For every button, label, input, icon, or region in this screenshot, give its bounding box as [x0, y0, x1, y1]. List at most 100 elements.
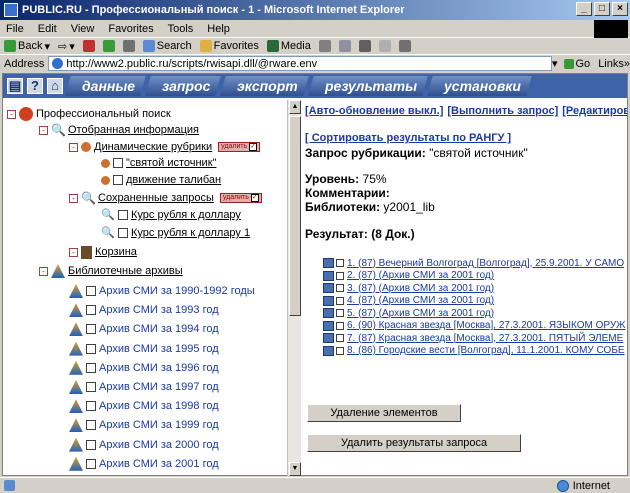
sort-link[interactable]: [ Сортировать результаты по РАНГУ ]: [305, 132, 511, 144]
result-row[interactable]: 6. (90) Красная звезда [Москва], 27.3.20…: [323, 320, 625, 332]
result-row[interactable]: 3. (87) (Архив СМИ за 2001 год): [323, 282, 494, 294]
collapse-icon[interactable]: -: [69, 193, 78, 203]
history-icon[interactable]: [318, 40, 331, 52]
result-checkbox[interactable]: [336, 309, 344, 317]
item-checkbox[interactable]: [86, 401, 96, 412]
item-checkbox[interactable]: [113, 175, 123, 185]
tab-results[interactable]: результаты: [308, 76, 428, 96]
edit-link[interactable]: [Редактировать з: [562, 105, 627, 117]
delete-items-button[interactable]: Удаление элементов: [307, 404, 461, 422]
menu-file[interactable]: File: [6, 23, 24, 35]
delete-badge[interactable]: удалить ✓: [218, 142, 261, 152]
home-icon[interactable]: ⌂: [47, 78, 63, 94]
item-checkbox[interactable]: [86, 362, 96, 373]
maximize-button[interactable]: □: [594, 2, 610, 16]
result-checkbox[interactable]: [336, 346, 344, 355]
archive-item[interactable]: Архив СМИ за 1994 год: [69, 321, 219, 337]
tree-dynamic-rubrics[interactable]: - Динамические рубрики удалить ✓: [69, 139, 261, 155]
result-checkbox[interactable]: [336, 334, 344, 342]
result-checkbox[interactable]: [336, 271, 344, 280]
tree-toggle-icon[interactable]: ▤: [7, 78, 23, 94]
scroll-down-icon[interactable]: ▼: [289, 462, 301, 476]
result-checkbox[interactable]: [336, 259, 344, 267]
document-icon[interactable]: [323, 270, 334, 281]
auto-refresh-link[interactable]: [Авто-обновление выкл.]: [305, 105, 443, 117]
result-row[interactable]: 8. (86) Городские вести [Волгоград], 11.…: [323, 345, 625, 357]
archive-item[interactable]: Архив СМИ за 1997 год: [69, 379, 219, 395]
badge-checkbox[interactable]: ✓: [249, 143, 258, 151]
tab-data[interactable]: данные: [65, 76, 146, 96]
edit-icon[interactable]: [378, 40, 391, 52]
tree-item[interactable]: 🔍 Курс рубля к доллару 1: [101, 225, 250, 241]
media-button[interactable]: Media: [266, 40, 311, 52]
tab-query[interactable]: запрос: [145, 76, 222, 96]
forward-button[interactable]: ⇨ ▾: [58, 40, 75, 53]
tree-item[interactable]: "святой источник": [101, 155, 216, 171]
print-icon[interactable]: [358, 40, 371, 52]
tree-saved-queries[interactable]: - 🔍 Сохраненные запросы удалить ✓: [69, 190, 262, 206]
collapse-icon[interactable]: -: [39, 125, 48, 135]
favorites-button[interactable]: Favorites: [199, 40, 259, 52]
refresh-icon[interactable]: [102, 40, 115, 52]
document-icon[interactable]: [323, 258, 334, 268]
archive-item[interactable]: Архив СМИ за 1993 год: [69, 302, 219, 318]
tree-item[interactable]: движение талибан: [101, 172, 221, 188]
result-checkbox[interactable]: [336, 296, 344, 305]
links-chevron-icon[interactable]: »: [624, 58, 630, 70]
tree-scrollbar[interactable]: ▲ ▼: [287, 100, 301, 476]
item-checkbox[interactable]: [86, 439, 96, 450]
menu-edit[interactable]: Edit: [38, 23, 57, 35]
collapse-icon[interactable]: -: [69, 142, 78, 152]
tab-settings[interactable]: установки: [427, 76, 532, 96]
archive-item[interactable]: Архив СМИ за 1999 год: [69, 417, 219, 433]
result-checkbox[interactable]: [336, 284, 344, 292]
menu-help[interactable]: Help: [207, 23, 230, 35]
tree-item[interactable]: 🔍 Курс рубля к доллару: [101, 207, 241, 223]
document-icon[interactable]: [323, 308, 334, 318]
item-checkbox[interactable]: [113, 158, 123, 168]
stop-icon[interactable]: [82, 40, 95, 52]
badge-checkbox[interactable]: ✓: [250, 194, 259, 202]
close-button[interactable]: ×: [612, 2, 628, 16]
item-checkbox[interactable]: [86, 286, 96, 296]
item-checkbox[interactable]: [86, 324, 96, 335]
search-button[interactable]: Search: [142, 40, 192, 52]
result-checkbox[interactable]: [336, 321, 344, 330]
discuss-icon[interactable]: [398, 40, 411, 52]
minimize-button[interactable]: _: [576, 2, 592, 16]
item-checkbox[interactable]: [86, 420, 96, 431]
collapse-icon[interactable]: -: [69, 247, 78, 257]
result-row[interactable]: 2. (87) (Архив СМИ за 2001 год): [323, 270, 494, 282]
document-icon[interactable]: [323, 333, 334, 343]
archive-item[interactable]: Архив СМИ за 1990-1992 годы: [69, 283, 255, 299]
help-icon[interactable]: ?: [27, 78, 43, 94]
tree-selected-info[interactable]: - 🔍 Отобранная информация: [39, 122, 199, 138]
back-button[interactable]: Back ▾: [4, 40, 50, 53]
archive-item[interactable]: Архив СМИ за 2001 год: [69, 456, 219, 472]
archive-item[interactable]: Архив СМИ за 1996 год: [69, 360, 219, 376]
item-checkbox[interactable]: [86, 382, 96, 392]
links-button[interactable]: Links: [598, 58, 624, 70]
tree-archives[interactable]: - Библиотечные архивы: [39, 263, 183, 279]
delete-results-button[interactable]: Удалить результаты запроса: [307, 434, 521, 452]
address-input[interactable]: http://www2.public.ru/scripts/rwisapi.dl…: [48, 56, 552, 71]
document-icon[interactable]: [323, 345, 334, 356]
delete-badge[interactable]: удалить ✓: [219, 193, 262, 203]
tab-export[interactable]: экспорт: [220, 76, 309, 96]
result-row[interactable]: 4. (87) (Архив СМИ за 2001 год): [323, 295, 494, 307]
menu-tools[interactable]: Tools: [168, 23, 194, 35]
item-checkbox[interactable]: [86, 305, 96, 316]
menu-view[interactable]: View: [71, 23, 95, 35]
go-button[interactable]: Go: [563, 58, 590, 70]
run-query-link[interactable]: [Выполнить запрос]: [447, 105, 558, 117]
document-icon[interactable]: [323, 295, 334, 306]
scroll-up-icon[interactable]: ▲: [289, 100, 301, 114]
home-icon[interactable]: [122, 40, 135, 52]
item-checkbox[interactable]: [86, 458, 96, 469]
archive-item[interactable]: Архив СМИ за 2000 год: [69, 437, 219, 453]
address-dropdown-icon[interactable]: ▾: [552, 57, 558, 70]
result-row[interactable]: 1. (87) Вечерний Волгоград [Волгоград], …: [323, 257, 624, 269]
document-icon[interactable]: [323, 283, 334, 293]
result-row[interactable]: 5. (87) (Архив СМИ за 2001 год): [323, 307, 494, 319]
item-checkbox[interactable]: [118, 210, 128, 220]
